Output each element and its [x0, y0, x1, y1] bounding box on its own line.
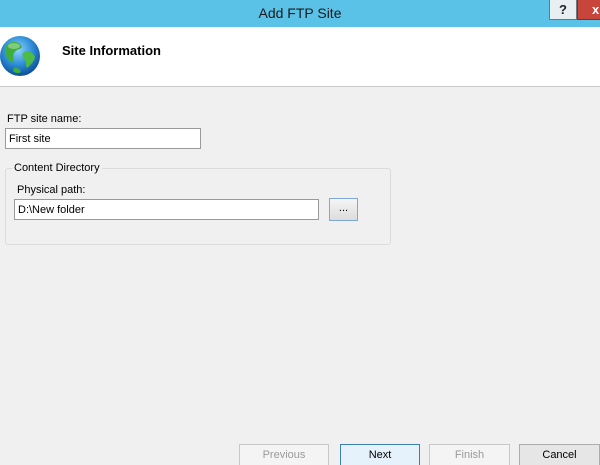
physical-path-input[interactable]: [14, 199, 319, 220]
ftp-site-name-label: FTP site name:: [7, 113, 82, 125]
title-bar[interactable]: Add FTP Site ? x: [0, 0, 600, 27]
add-ftp-site-dialog: Add FTP Site ? x Site Information FTP si…: [0, 0, 600, 465]
globe-icon: [0, 36, 40, 76]
ftp-site-name-input[interactable]: [5, 128, 201, 149]
previous-button[interactable]: Previous: [239, 444, 329, 465]
close-button[interactable]: x: [577, 0, 600, 20]
page-title: Site Information: [62, 43, 161, 58]
help-button[interactable]: ?: [549, 0, 577, 20]
next-button[interactable]: Next: [340, 444, 420, 465]
cancel-button[interactable]: Cancel: [519, 444, 600, 465]
finish-button[interactable]: Finish: [429, 444, 510, 465]
window-title: Add FTP Site: [258, 5, 342, 21]
content-directory-legend: Content Directory: [12, 162, 102, 174]
physical-path-label: Physical path:: [17, 184, 86, 196]
wizard-header: Site Information: [0, 27, 600, 87]
browse-button[interactable]: ...: [329, 198, 358, 221]
